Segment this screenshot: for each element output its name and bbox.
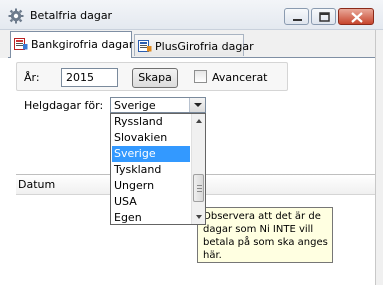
scrollbar-thumb[interactable] xyxy=(193,174,204,202)
window-title: Betalfria dagar xyxy=(30,9,113,22)
chevron-down-icon[interactable] xyxy=(189,98,205,112)
holidays-for-label: Helgdagar för: xyxy=(24,99,104,112)
gear-icon[interactable] xyxy=(8,8,24,24)
tooltip-text: Observera att det är de dagar som Ni INT… xyxy=(203,211,328,261)
plusgiro-icon xyxy=(138,40,152,52)
list-item-selected[interactable]: Sverige xyxy=(112,146,190,162)
tab-bankgirofria-dagar[interactable]: Bankgirofria dagar xyxy=(10,31,134,58)
advanced-checkbox[interactable] xyxy=(194,70,207,83)
info-tooltip: Observera att det är de dagar som Ni INT… xyxy=(197,207,333,263)
title-bar[interactable]: Betalfria dagar xyxy=(0,0,383,30)
create-button[interactable]: Skapa xyxy=(132,68,178,88)
column-header-datum[interactable]: Datum xyxy=(18,178,55,191)
year-label: År: xyxy=(24,71,40,84)
window-edge xyxy=(375,30,383,285)
advanced-label: Avancerat xyxy=(212,71,268,84)
list-item[interactable]: USA xyxy=(112,194,190,210)
bankgiro-icon xyxy=(14,38,28,50)
list-item[interactable]: Egen xyxy=(112,210,190,226)
country-dropdown-list[interactable]: Ryssland Slovakien Sverige Tyskland Unge… xyxy=(110,113,206,225)
minimize-button[interactable] xyxy=(284,8,309,25)
maximize-button[interactable] xyxy=(311,8,336,25)
list-item[interactable]: Ryssland xyxy=(112,114,190,130)
dropdown-scrollbar[interactable] xyxy=(191,114,205,224)
scroll-up-icon[interactable] xyxy=(192,114,206,128)
list-item[interactable]: Slovakien xyxy=(112,130,190,146)
list-item[interactable]: Ungern xyxy=(112,178,190,194)
tab-plusgirofria-dagar[interactable]: PlusGirofria dagar xyxy=(134,34,254,56)
close-icon xyxy=(351,12,363,23)
country-select-value: Sverige xyxy=(114,99,156,112)
minimize-icon xyxy=(293,19,302,21)
list-item[interactable]: Tyskland xyxy=(112,162,190,178)
close-button[interactable] xyxy=(338,8,374,25)
country-select[interactable]: Sverige xyxy=(110,97,206,113)
year-input[interactable] xyxy=(61,68,118,87)
tab-label: PlusGirofria dagar xyxy=(155,40,254,53)
tab-label: Bankgirofria dagar xyxy=(31,38,134,51)
maximize-icon xyxy=(319,12,330,22)
scroll-down-icon[interactable] xyxy=(192,210,206,224)
betalfria-dagar-window: Betalfria dagar Bankgirofria dagar PlusG… xyxy=(0,0,383,285)
